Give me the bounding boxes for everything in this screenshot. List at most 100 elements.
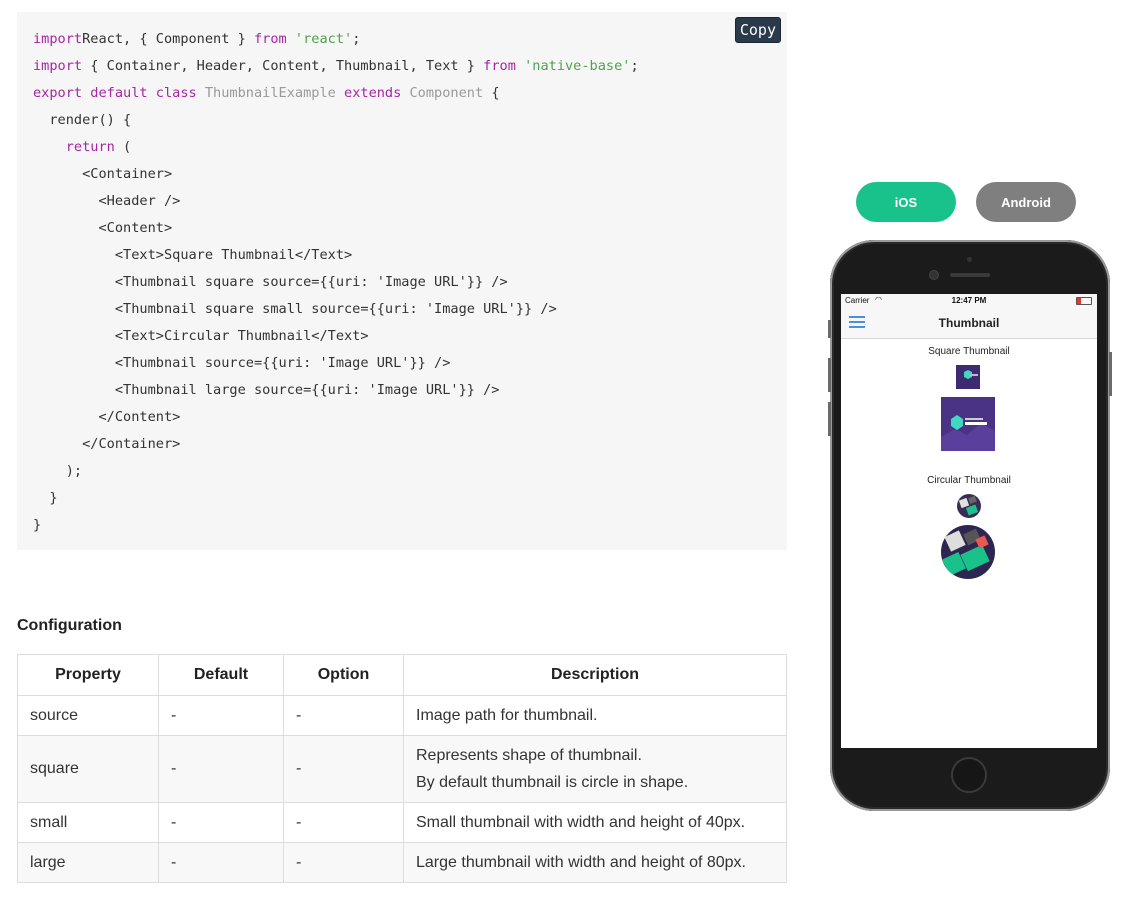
ios-button[interactable]: iOS [856,182,956,222]
status-bar: Carrier ◠ 12:47 PM [841,294,1097,308]
code-token: <Text>Circular Thumbnail</Text> [33,328,369,344]
description-line: Represents shape of thumbnail. [416,747,642,764]
cell-property: square [17,735,159,803]
header-option: Option [283,654,404,696]
description-line: Image path for thumbnail. [416,706,598,724]
code-line: </Content> [33,404,639,431]
cell-property: source [17,695,159,736]
cell-description: Represents shape of thumbnail. By default… [403,735,787,803]
status-time: 12:47 PM [951,296,987,305]
front-camera-icon [929,270,939,280]
code-token: <Header /> [33,193,181,209]
code-line: export default class ThumbnailExample ex… [33,80,639,107]
code-token: ); [33,463,83,479]
cell-description: Large thumbnail with width and height of… [403,842,787,883]
proximity-sensor [967,257,972,262]
code-line: <Text>Circular Thumbnail</Text> [33,323,639,350]
table-row: square - - Represents shape of thumbnail. By… [17,735,787,803]
home-button[interactable] [951,757,987,793]
description-line: Large thumbnail with width and height of… [416,853,746,871]
code-token: <Thumbnail square small source={{uri: 'I… [33,301,557,317]
configuration-table: Property Default Option Description sour… [17,654,787,883]
code-token: ; [630,58,639,74]
code-line: import { Container, Header, Content, Thu… [33,53,639,80]
earpiece-speaker [950,273,990,277]
code-line: <Thumbnail square source={{uri: 'Image U… [33,269,639,296]
description-line: By default thumbnail is circle in shape. [416,774,689,791]
code-line: <Thumbnail square small source={{uri: 'I… [33,296,639,323]
cell-default: - [158,735,284,803]
copy-button[interactable]: Copy [734,17,781,43]
cell-option: - [283,735,404,803]
code-line: <Content> [33,215,639,242]
code-token: React, { Component } [82,31,254,47]
circular-large-thumbnail [941,525,995,579]
cell-option: - [283,695,404,736]
cell-option: - [283,842,404,883]
code-token: } [33,490,58,506]
cell-default: - [158,842,284,883]
code-token: { Container, Header, Content, Thumbnail,… [82,58,484,74]
description-line: Small thumbnail with width and height of… [416,813,746,831]
phone-screen: Carrier ◠ 12:47 PM Thumbnail Square Thum… [841,294,1097,748]
code-token: export default class [33,85,197,101]
volume-up-button [828,358,831,392]
code-token: </Container> [33,436,181,452]
volume-down-button [828,402,831,436]
battery-icon [1076,297,1092,305]
square-small-thumbnail [956,365,980,389]
code-line: </Container> [33,431,639,458]
code-token: <Thumbnail large source={{uri: 'Image UR… [33,382,500,398]
code-block: importReact, { Component } from 'react';… [17,12,787,550]
code-line: } [33,485,639,512]
circular-small-thumbnail [957,494,981,518]
circular-thumbnail-label: Circular Thumbnail [927,475,1011,486]
code-line: render() { [33,107,639,134]
code-token: import [33,58,83,74]
square-thumbnail-label: Square Thumbnail [928,346,1010,357]
header-property: Property [17,654,159,696]
code-token: ; [352,31,361,47]
cell-default: - [158,695,284,736]
cell-description: Image path for thumbnail. [403,695,787,736]
code-listing: importReact, { Component } from 'react';… [33,26,639,539]
code-token: from [253,31,287,47]
mute-switch [828,320,831,338]
table-row: small - - Small thumbnail with width and he… [17,802,787,843]
android-button[interactable]: Android [976,182,1076,222]
code-token: { [483,85,500,101]
cell-property: large [17,842,159,883]
cell-default: - [158,802,284,843]
header-default: Default [158,654,284,696]
code-token: <Content> [33,220,173,236]
code-token: </Content> [33,409,181,425]
nav-title: Thumbnail [938,316,1000,330]
code-token: return [65,139,115,155]
code-token: ThumbnailExample [204,85,336,101]
header-description: Description [403,654,787,696]
code-line: importReact, { Component } from 'react'; [33,26,639,53]
code-line: <Header /> [33,188,639,215]
code-line: ); [33,458,639,485]
code-token: extends [344,85,402,101]
code-line: return ( [33,134,639,161]
code-line: <Thumbnail source={{uri: 'Image URL'}} /… [33,350,639,377]
code-line: <Text>Square Thumbnail</Text> [33,242,639,269]
cell-option: - [283,802,404,843]
table-row: large - - Large thumbnail with width and he… [17,842,787,883]
nav-bar: Thumbnail [841,308,1097,339]
cell-property: small [17,802,159,843]
table-body: source - - Image path for thumbnail. square -… [17,695,787,883]
code-line: <Container> [33,161,639,188]
phone-mockup: Carrier ◠ 12:47 PM Thumbnail Square Thum… [828,240,1112,811]
configuration-heading: Configuration [17,617,122,634]
code-token: <Text>Square Thumbnail</Text> [33,247,353,263]
cell-description: Small thumbnail with width and height of… [403,802,787,843]
code-token: <Thumbnail source={{uri: 'Image URL'}} /… [33,355,451,371]
battery-level [1077,298,1082,304]
table-row: source - - Image path for thumbnail. [17,695,787,736]
